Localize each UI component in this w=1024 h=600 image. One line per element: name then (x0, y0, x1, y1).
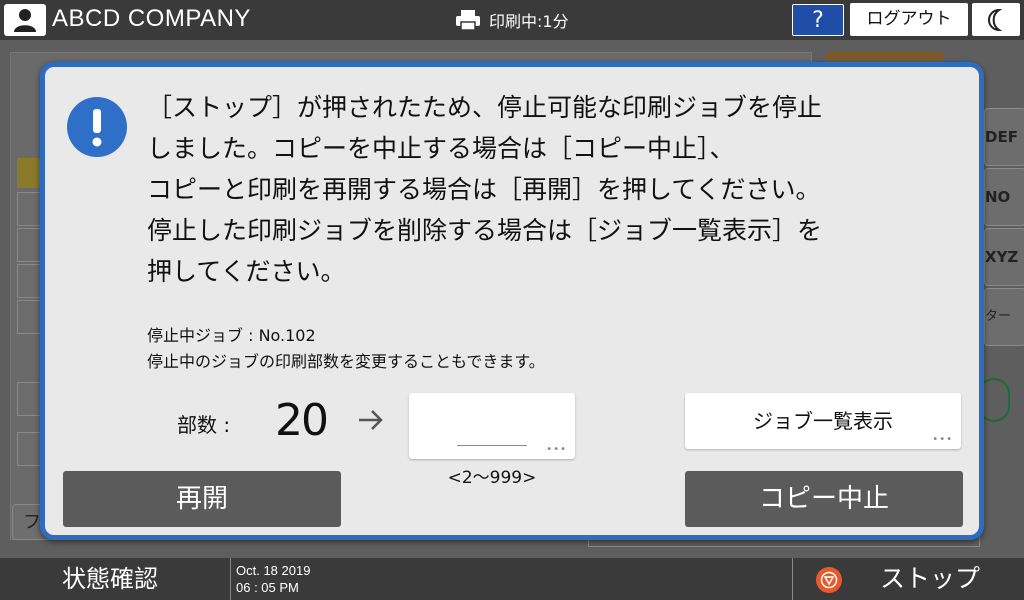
more-dots-icon: ••• (546, 444, 567, 455)
moon-icon (988, 8, 1003, 31)
time: 06 : 05 PM (236, 580, 299, 595)
stop-button[interactable]: ストップ (794, 558, 1024, 600)
message-line: しました。コピーを中止する場合は［コピー中止］、 (147, 134, 735, 163)
message-line: コピーと印刷を再開する場合は［再開］を押してください。 (147, 175, 821, 204)
stop-dialog: ［ストップ］が押されたため、停止可能な印刷ジョブを停止 しました。コピーを中止す… (40, 62, 984, 540)
job-list-label: ジョブ一覧表示 (753, 409, 893, 433)
dialog-message: ［ストップ］が押されたため、停止可能な印刷ジョブを停止 しました。コピーを中止す… (147, 87, 947, 292)
help-button[interactable]: ? (792, 4, 844, 36)
company-name: ABCD COMPANY (52, 5, 251, 32)
copies-input[interactable]: ••• (409, 393, 575, 459)
energy-saver-button[interactable] (972, 3, 1020, 36)
background-key-def: DEF (984, 108, 1024, 166)
divider (230, 558, 231, 600)
top-bar: ABCD COMPANY 印刷中:1分 ? ログアウト (0, 0, 1024, 40)
print-status: 印刷中:1分 (455, 8, 569, 32)
print-status-text: 印刷中:1分 (489, 12, 569, 31)
logout-button[interactable]: ログアウト (850, 3, 968, 36)
job-info: 停止中ジョブ : No.102 停止中のジョブの印刷部数を変更することもできます… (147, 323, 545, 375)
stop-label: ストップ (880, 564, 981, 593)
cancel-copy-button[interactable]: コピー中止 (685, 471, 963, 527)
input-underline (457, 445, 527, 446)
change-copies-note: 停止中のジョブの印刷部数を変更することもできます。 (147, 352, 545, 371)
copies-range: <2～999> (447, 468, 537, 488)
message-line: 押してください。 (147, 257, 346, 286)
divider (792, 558, 793, 600)
status-check-button[interactable]: 状態確認 (0, 558, 228, 600)
copies-label: 部数 : (177, 413, 231, 437)
exclamation-icon (67, 97, 127, 157)
bottom-bar: 状態確認 Oct. 18 2019 06 : 05 PM ストップ (0, 558, 1024, 600)
message-line: 停止した印刷ジョブを削除する場合は［ジョブ一覧表示］を (147, 216, 823, 245)
more-dots-icon: ••• (932, 434, 953, 445)
message-line: ［ストップ］が押されたため、停止可能な印刷ジョブを停止 (147, 93, 823, 122)
printer-icon (456, 10, 480, 31)
date-time: Oct. 18 2019 06 : 05 PM (236, 562, 310, 596)
stopped-job-number: 停止中ジョブ : No.102 (147, 326, 316, 345)
background-key-no: NO (984, 168, 1024, 226)
background-key-xyz: XYZ (984, 228, 1024, 286)
job-list-button[interactable]: ジョブ一覧表示 ••• (685, 393, 961, 449)
date: Oct. 18 2019 (236, 563, 311, 578)
user-icon[interactable] (4, 4, 46, 36)
stop-icon (816, 567, 842, 593)
current-copies-value: 20 (275, 395, 329, 446)
arrow-right-icon (357, 407, 385, 440)
background-key-other: ター (984, 288, 1024, 346)
resume-button[interactable]: 再開 (63, 471, 341, 527)
